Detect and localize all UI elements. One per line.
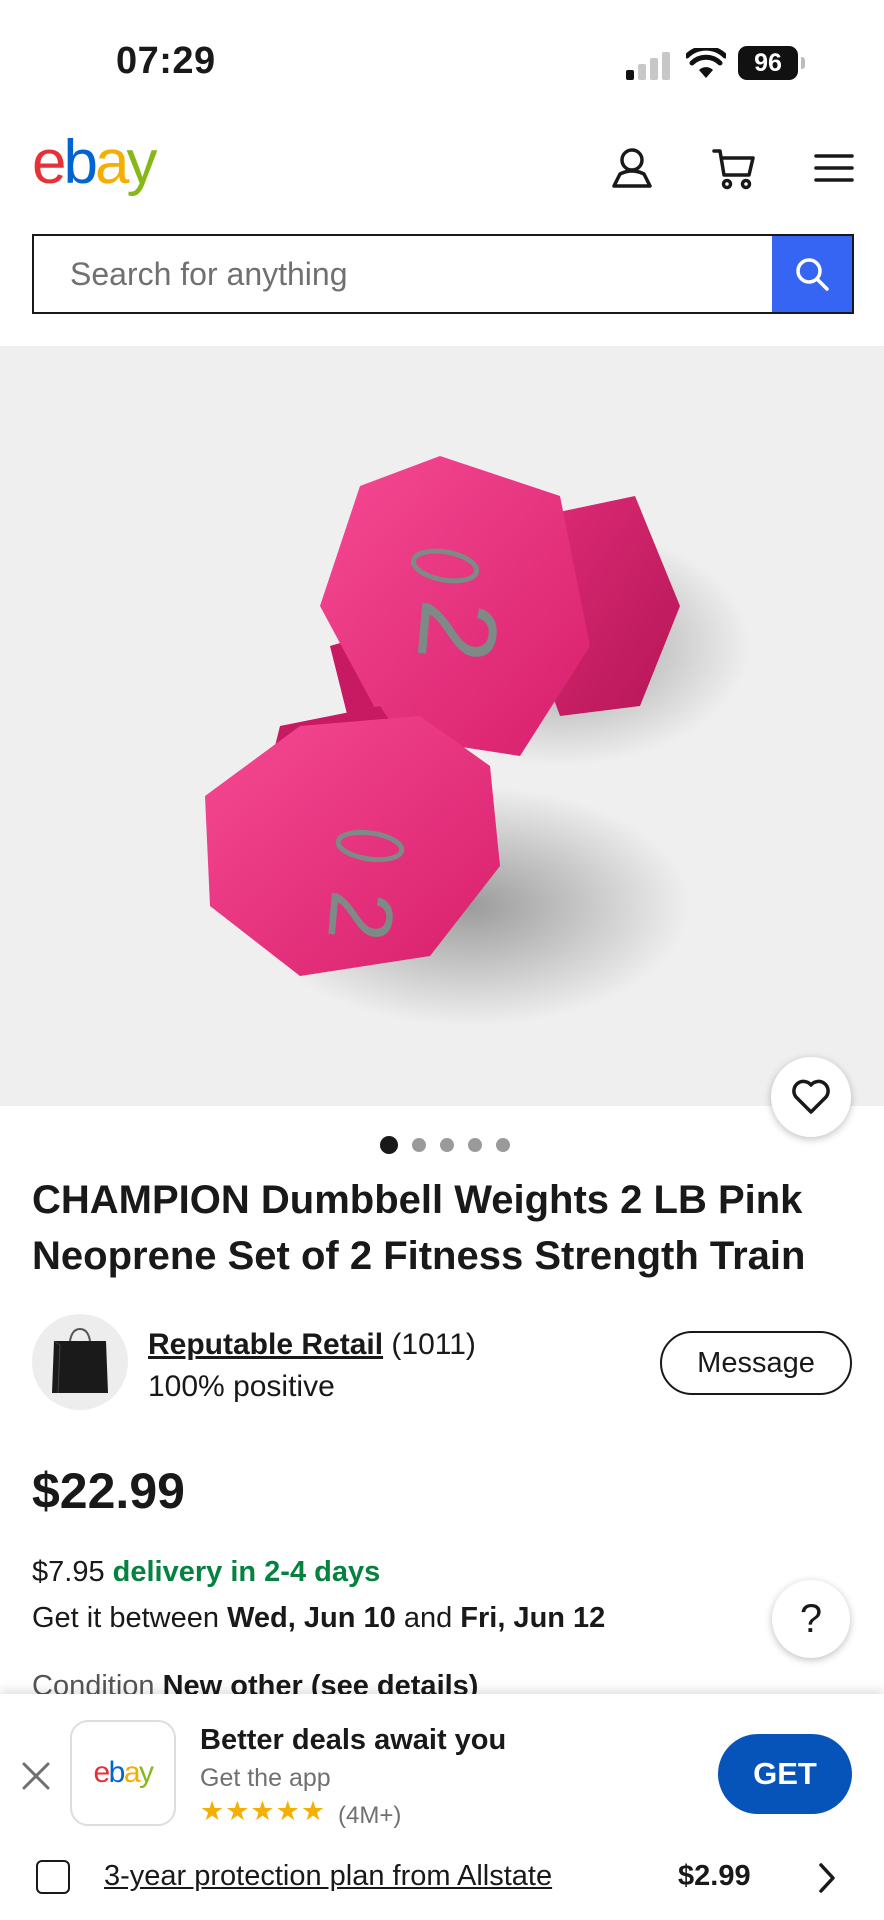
search-icon — [796, 258, 829, 291]
rating-count: (4M+) — [338, 1802, 402, 1829]
shipping-cost: $7.95 — [32, 1556, 105, 1588]
delivery-date-start: Wed, Jun 10 — [227, 1602, 396, 1634]
close-icon — [22, 1762, 50, 1790]
close-banner-button[interactable] — [16, 1756, 56, 1796]
protection-plan-price: $2.99 — [678, 1860, 751, 1892]
dumbbell-image: 2 2 — [0, 346, 884, 1106]
product-image[interactable]: 2 2 — [0, 346, 884, 1106]
protection-plan-link[interactable]: 3-year protection plan from Allstate — [104, 1860, 552, 1893]
search-input[interactable] — [34, 236, 772, 312]
cart-icon[interactable] — [708, 142, 760, 194]
seller-avatar[interactable] — [32, 1314, 128, 1410]
banner-subtitle: Get the app — [200, 1764, 331, 1792]
star-rating-icon: ★★★★★ — [200, 1796, 327, 1826]
banner-title: Better deals await you — [200, 1724, 507, 1756]
svg-text:2: 2 — [394, 595, 522, 667]
seller-feedback-count: (1011) — [391, 1328, 476, 1361]
wifi-icon — [686, 48, 726, 78]
help-button[interactable]: ? — [772, 1580, 850, 1658]
status-bar: 07:29 96 — [0, 0, 884, 120]
ebay-logo[interactable]: ebay — [32, 132, 157, 194]
battery-indicator: 96 — [738, 46, 805, 80]
pagination-dot[interactable] — [380, 1136, 398, 1154]
seller-feedback-percent: 100% positive — [148, 1370, 335, 1403]
seller-link[interactable]: Reputable Retail — [148, 1328, 383, 1361]
protection-plan-checkbox[interactable] — [36, 1860, 70, 1894]
delivery-speed: delivery in 2-4 days — [112, 1556, 381, 1588]
delivery-date-end: Fri, Jun 12 — [460, 1602, 606, 1634]
ebay-app-icon[interactable]: ebay — [70, 1720, 176, 1826]
pagination-dot[interactable] — [468, 1138, 482, 1152]
get-app-button[interactable]: GET — [718, 1734, 852, 1814]
shipping-info: $7.95 delivery in 2-4 days — [32, 1556, 380, 1589]
app-download-banner: ebay Better deals await you Get the app … — [0, 1694, 884, 1920]
pagination-dot[interactable] — [440, 1138, 454, 1152]
heart-icon — [792, 1079, 830, 1114]
search-button[interactable] — [772, 236, 852, 312]
menu-icon[interactable] — [808, 142, 860, 194]
signal-icon — [626, 50, 670, 80]
watchlist-heart-button[interactable] — [771, 1057, 851, 1137]
pagination-dot[interactable] — [496, 1138, 510, 1152]
status-time: 07:29 — [116, 40, 216, 82]
seller-name-row: Reputable Retail (1011) — [148, 1328, 476, 1362]
pagination-dot[interactable] — [412, 1138, 426, 1152]
shopping-bag-icon — [52, 1327, 108, 1394]
product-title: CHAMPION Dumbbell Weights 2 LB Pink Neop… — [32, 1178, 806, 1278]
chevron-right-icon[interactable] — [812, 1860, 842, 1896]
image-pagination[interactable] — [380, 1136, 510, 1154]
user-icon[interactable] — [606, 142, 658, 194]
delivery-estimate: Get it between Wed, Jun 10 and Fri, Jun … — [32, 1602, 606, 1634]
svg-text:2: 2 — [308, 887, 412, 946]
product-price: $22.99 — [32, 1463, 185, 1519]
message-seller-button[interactable]: Message — [660, 1331, 852, 1395]
search-bar — [32, 234, 854, 314]
